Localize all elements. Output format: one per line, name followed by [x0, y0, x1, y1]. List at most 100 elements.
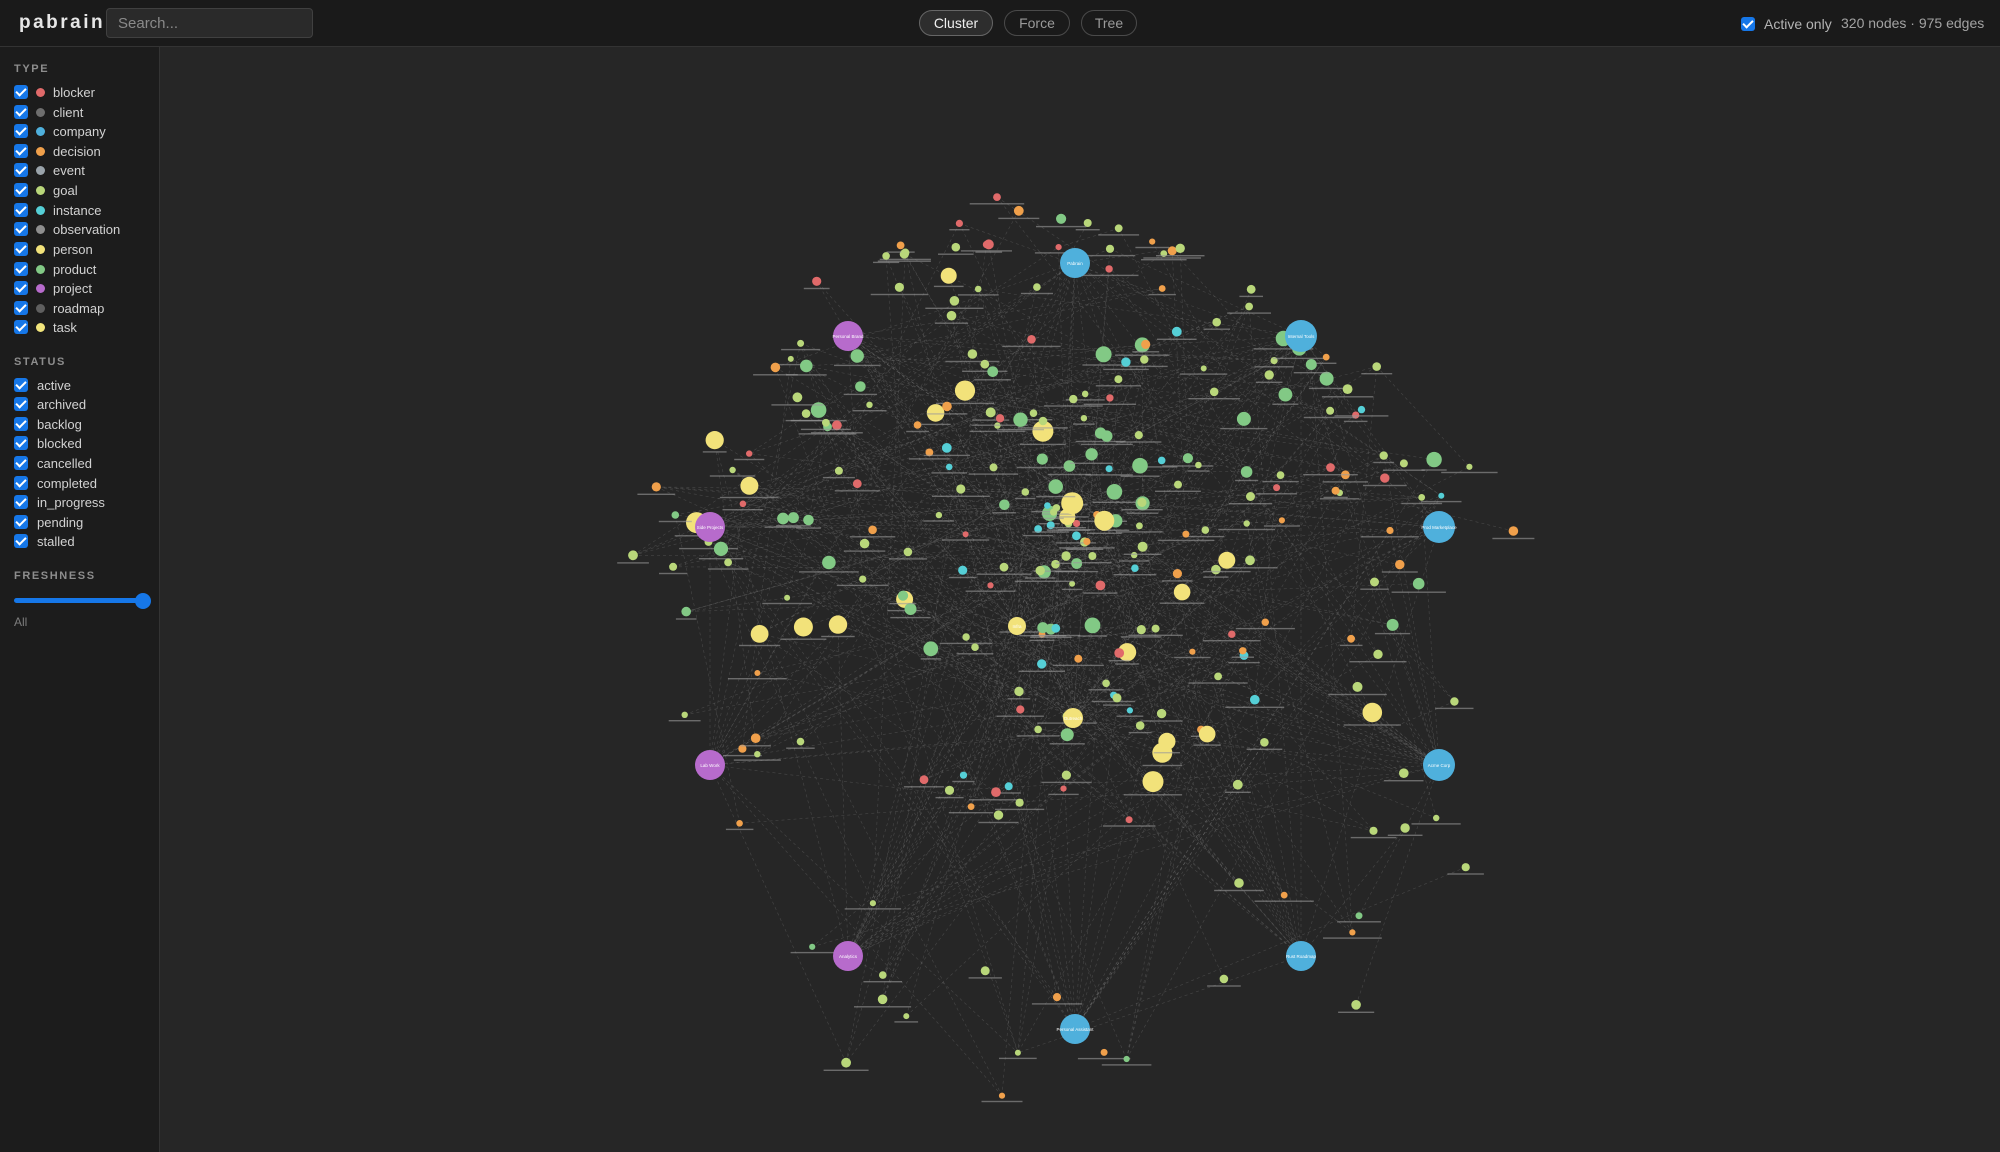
graph-node[interactable] — [1352, 681, 1363, 692]
status-filter-active[interactable]: active — [14, 376, 71, 394]
graph-node[interactable] — [740, 476, 759, 495]
graph-node[interactable] — [1131, 551, 1138, 559]
graph-node[interactable] — [750, 733, 761, 743]
graph-node[interactable] — [995, 414, 1005, 423]
graph-node[interactable] — [784, 594, 791, 601]
graph-node[interactable] — [713, 541, 729, 556]
graph-node[interactable] — [974, 285, 982, 293]
graph-node[interactable] — [1083, 538, 1091, 546]
graph-node[interactable] — [1278, 387, 1293, 402]
graph-node[interactable] — [1214, 672, 1222, 681]
graph-node[interactable] — [942, 401, 952, 412]
graph-node[interactable] — [1157, 456, 1166, 465]
graph-node[interactable] — [1466, 463, 1473, 470]
graph-node[interactable] — [958, 565, 968, 575]
graph-node[interactable] — [1370, 577, 1379, 587]
graph-node[interactable] — [1034, 725, 1042, 734]
graph-node[interactable] — [1461, 863, 1470, 872]
graph-node[interactable] — [1351, 1000, 1361, 1010]
graph-node[interactable] — [1195, 461, 1202, 469]
graph-node[interactable] — [967, 349, 978, 359]
graph-node[interactable] — [828, 615, 848, 634]
graph-node[interactable] — [1004, 782, 1013, 791]
graph-node[interactable] — [1149, 238, 1156, 245]
graph-node[interactable] — [1055, 244, 1062, 251]
graph-node[interactable] — [1051, 559, 1060, 569]
graph-node[interactable] — [1123, 1055, 1130, 1063]
checkbox[interactable] — [14, 495, 28, 509]
graph-node[interactable] — [1342, 384, 1353, 394]
checkbox[interactable] — [14, 242, 28, 256]
graph-node[interactable] — [1131, 564, 1139, 572]
checkbox[interactable] — [14, 436, 28, 450]
graph-node[interactable] — [1379, 451, 1388, 460]
graph-node[interactable] — [800, 359, 813, 373]
checkbox[interactable] — [14, 85, 28, 99]
status-filter-stalled[interactable]: stalled — [14, 532, 75, 550]
graph-node[interactable] — [793, 617, 813, 637]
graph-node[interactable] — [896, 241, 905, 250]
graph-node[interactable] — [903, 1013, 910, 1020]
mode-force-button[interactable]: Force — [1004, 10, 1070, 36]
graph-node[interactable] — [1121, 357, 1131, 367]
checkbox[interactable] — [14, 183, 28, 197]
graph-node[interactable] — [1106, 484, 1123, 500]
graph-node[interactable] — [1171, 326, 1182, 337]
checkbox[interactable] — [14, 163, 28, 177]
graph-node[interactable] — [746, 450, 753, 457]
graph-node[interactable] — [999, 562, 1009, 572]
graph-node[interactable] — [1218, 551, 1236, 569]
freshness-slider[interactable] — [14, 593, 151, 609]
graph-node[interactable] — [1072, 531, 1081, 541]
checkbox[interactable] — [14, 203, 28, 217]
graph-node[interactable] — [669, 562, 678, 571]
graph-node[interactable] — [1219, 974, 1229, 984]
graph-node[interactable] — [926, 404, 945, 422]
graph-node[interactable] — [959, 771, 968, 779]
graph-node[interactable] — [1433, 814, 1440, 822]
checkbox[interactable] — [14, 144, 28, 158]
graph-canvas[interactable]: Pabrain Internal Tools Prod Marketplace Acm… — [161, 48, 2000, 1152]
graph-node[interactable] — [1362, 702, 1383, 723]
checkbox[interactable] — [14, 105, 28, 119]
graph-node[interactable] — [1095, 346, 1112, 363]
graph-node[interactable] — [1071, 558, 1083, 569]
graph-node[interactable] — [1141, 339, 1151, 349]
graph-node[interactable] — [866, 401, 873, 408]
graph-node[interactable] — [1357, 405, 1366, 414]
graph-node[interactable] — [1326, 406, 1335, 415]
graph-node[interactable] — [1052, 993, 1062, 1002]
graph-node[interactable] — [1386, 526, 1394, 535]
graph-node[interactable] — [919, 775, 929, 785]
graph-node[interactable] — [1035, 565, 1045, 576]
graph-node[interactable] — [1074, 654, 1083, 663]
graph-node[interactable] — [1061, 551, 1071, 561]
graph-node[interactable] — [841, 1057, 851, 1068]
graph-node[interactable] — [1228, 630, 1236, 638]
graph-node[interactable] — [681, 606, 691, 617]
graph-node[interactable] — [1100, 1048, 1108, 1056]
graph-node[interactable] — [869, 900, 877, 907]
checkbox[interactable] — [14, 534, 28, 548]
graph-node[interactable] — [809, 943, 816, 950]
type-filter-client[interactable]: client — [14, 103, 83, 121]
graph-node[interactable] — [1114, 375, 1123, 384]
graph-node[interactable] — [1037, 659, 1047, 669]
graph-node[interactable] — [1273, 484, 1281, 492]
checkbox[interactable] — [14, 124, 28, 138]
graph-node[interactable] — [1189, 648, 1196, 655]
graph-node[interactable] — [923, 641, 939, 657]
graph-node[interactable] — [993, 193, 1001, 202]
status-filter-pending[interactable]: pending — [14, 513, 83, 531]
graph-node[interactable] — [980, 966, 990, 976]
graph-node[interactable] — [954, 380, 976, 401]
graph-node[interactable] — [1081, 390, 1089, 398]
graph-node[interactable] — [1056, 213, 1067, 224]
graph-node[interactable] — [1278, 517, 1285, 524]
graph-node[interactable] — [1101, 430, 1113, 442]
graph-node[interactable] — [1198, 725, 1216, 743]
mode-cluster-button[interactable]: Cluster — [919, 10, 993, 36]
graph-node[interactable] — [1156, 708, 1167, 719]
graph-node[interactable] — [1080, 415, 1088, 422]
graph-node[interactable] — [1319, 371, 1334, 386]
